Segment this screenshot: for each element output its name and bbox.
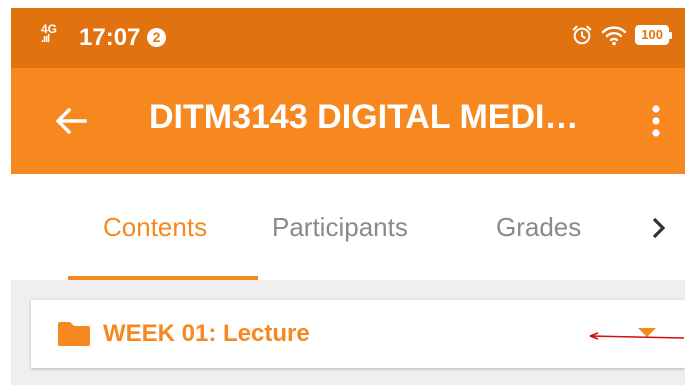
section-title: WEEK 01: Lecture bbox=[103, 320, 310, 347]
tab-contents[interactable]: Contents bbox=[103, 212, 207, 243]
chevron-right-icon[interactable] bbox=[645, 210, 673, 246]
wifi-icon bbox=[602, 26, 627, 46]
signal-icon: 4G .ııl bbox=[41, 22, 58, 45]
tab-participants[interactable]: Participants bbox=[272, 212, 408, 243]
more-vertical-icon[interactable] bbox=[642, 101, 670, 141]
folder-icon bbox=[58, 322, 90, 346]
alarm-icon bbox=[573, 25, 592, 45]
app-bar: DITM3143 DIGITAL MEDI… bbox=[11, 68, 685, 174]
course-tabs: Contents Participants Grades bbox=[11, 174, 685, 280]
status-time: 17:07 bbox=[79, 24, 141, 51]
status-bar: 4G .ııl 17:07 2 100 bbox=[11, 8, 685, 68]
page-title: DITM3143 DIGITAL MEDI… bbox=[149, 98, 579, 136]
status-icons: 100 bbox=[571, 24, 672, 46]
battery-icon: 100 bbox=[635, 25, 672, 45]
notification-badge: 2 bbox=[147, 28, 166, 47]
annotation-arrow-icon bbox=[589, 332, 685, 340]
tab-grades[interactable]: Grades bbox=[496, 212, 581, 243]
arrow-left-icon[interactable] bbox=[51, 101, 91, 141]
